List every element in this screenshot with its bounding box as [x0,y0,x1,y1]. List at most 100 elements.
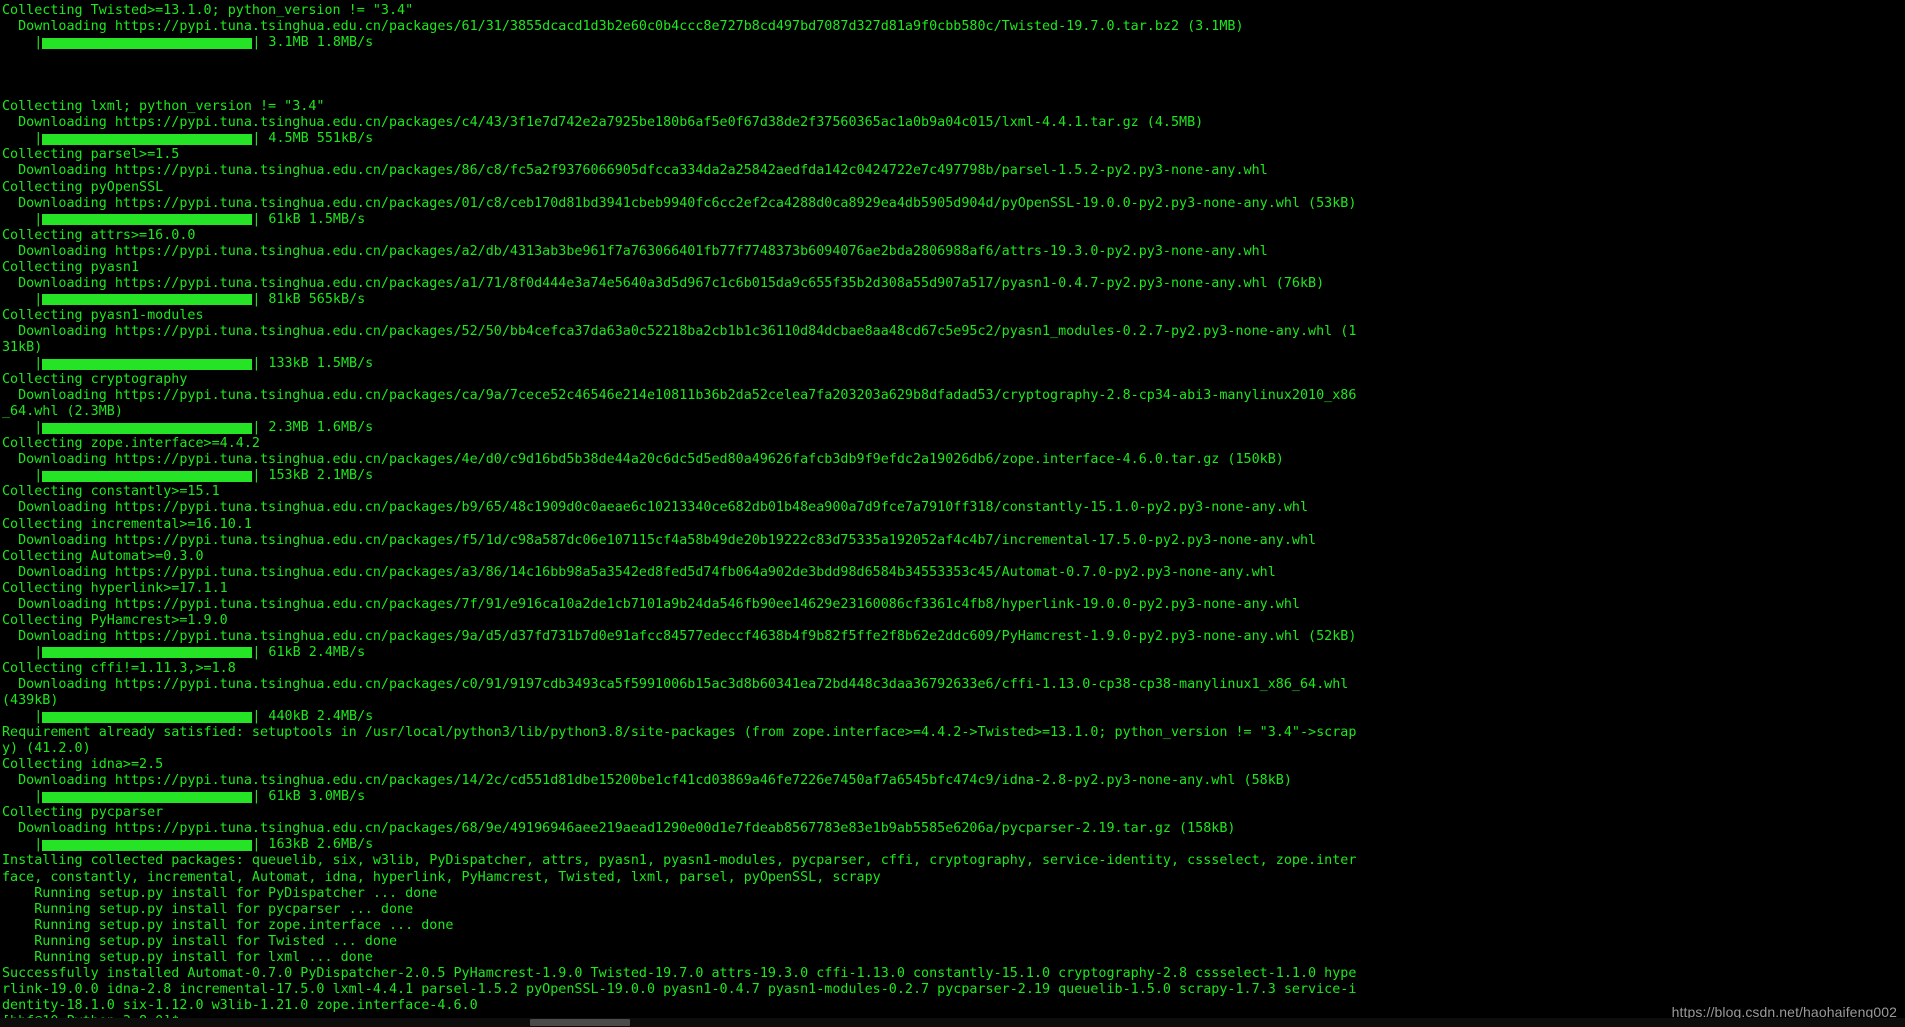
progress-bar-fill [42,839,253,851]
progress-bar-end: | [252,789,261,805]
terminal-line: Downloading https://pypi.tuna.tsinghua.e… [2,163,1268,179]
terminal-line: Downloading https://pypi.tuna.tsinghua.e… [2,500,1309,516]
terminal-line: Running setup.py install for pycparser .… [2,901,414,917]
terminal-line: Collecting idna>=2.5 [2,757,164,773]
progress-bar-track [42,791,253,803]
progress-bar-fill [42,37,253,49]
progress-bar-fill [42,711,253,723]
progress-bar-fill [42,133,253,145]
progress-indent: | [2,291,43,307]
progress-stats: 163kB 2.6MB/s [260,837,374,853]
progress-bar-fill [42,214,253,226]
progress-stats: 2.3MB 1.6MB/s [260,420,374,436]
progress-bar-fill [42,470,253,482]
progress-indent: | [2,789,43,805]
progress-bar-track [42,37,253,49]
progress-bar-fill [42,358,253,370]
progress-bar-end: | [252,644,261,660]
terminal-line: Collecting constantly>=15.1 [2,484,220,500]
terminal-line: Downloading https://pypi.tuna.tsinghua.e… [2,115,1204,131]
terminal-line: Downloading https://pypi.tuna.tsinghua.e… [2,564,1276,580]
progress-indent: | [2,709,43,725]
terminal-line: Running setup.py install for lxml ... do… [2,949,373,965]
progress-bar-track [42,133,253,145]
download-progress-line: | | 440kB 2.4MB/s [0,709,1905,725]
terminal-line: dentity-18.1.0 six-1.12.0 w3lib-1.21.0 z… [2,997,478,1013]
terminal-line: Running setup.py install for PyDispatche… [2,885,438,901]
terminal-line: Downloading https://pypi.tuna.tsinghua.e… [2,532,1317,548]
terminal-line: Downloading https://pypi.tuna.tsinghua.e… [2,821,1236,837]
terminal-line: Collecting hyperlink>=17.1.1 [2,580,228,596]
progress-stats: 133kB 1.5MB/s [260,356,374,372]
terminal-line: Collecting pyasn1 [2,259,140,275]
progress-bar-end: | [252,35,261,51]
terminal-line: Collecting lxml; python_version != "3.4" [2,99,325,115]
progress-indent: | [2,131,43,147]
terminal-line: Collecting pycparser [2,805,164,821]
terminal-line: Downloading https://pypi.tuna.tsinghua.e… [2,195,1357,211]
terminal-line: Collecting incremental>=16.10.1 [2,516,252,532]
progress-stats: 61kB 2.4MB/s [260,644,366,660]
progress-bar-track [42,214,253,226]
terminal-line: Collecting pyOpenSSL [2,179,164,195]
download-progress-line: | | 163kB 2.6MB/s [0,837,1905,853]
download-progress-line: | | 4.5MB 551kB/s [0,131,1905,147]
scrollbar-thumb[interactable] [530,1019,630,1026]
progress-bar-fill [42,294,253,306]
terminal-line: Downloading https://pypi.tuna.tsinghua.e… [2,596,1300,612]
terminal-line: rlink-19.0.0 idna-2.8 incremental-17.5.0… [2,981,1357,997]
progress-bar-track [42,470,253,482]
progress-bar-fill [42,791,253,803]
download-progress-line: | | 81kB 565kB/s [0,292,1905,308]
terminal-line: Collecting zope.interface>=4.4.2 [2,436,260,452]
terminal-line: Running setup.py install for Twisted ...… [2,933,398,949]
progress-bar-track [42,711,253,723]
progress-bar-end: | [252,211,261,227]
terminal-window[interactable]: Collecting Twisted>=13.1.0; python_versi… [0,0,1905,1027]
terminal-line: Downloading https://pypi.tuna.tsinghua.e… [2,628,1357,644]
progress-bar-end: | [252,291,261,307]
download-progress-line: | | 61kB 2.4MB/s [0,645,1905,661]
terminal-line: y) (41.2.0) [2,741,91,757]
terminal-line: Downloading https://pypi.tuna.tsinghua.e… [2,676,1349,692]
download-progress-line: | | 2.3MB 1.6MB/s [0,420,1905,436]
progress-stats: 153kB 2.1MB/s [260,468,374,484]
terminal-line: Successfully installed Automat-0.7.0 PyD… [2,965,1357,981]
horizontal-scrollbar[interactable] [0,1018,1905,1027]
progress-stats: 81kB 565kB/s [260,291,366,307]
download-progress-line: | | 61kB 3.0MB/s [0,789,1905,805]
terminal-line: Downloading https://pypi.tuna.tsinghua.e… [2,452,1284,468]
progress-bar-track [42,294,253,306]
progress-stats: 61kB 3.0MB/s [260,789,366,805]
terminal-line: Collecting cffi!=1.11.3,>=1.8 [2,660,236,676]
progress-bar-fill [42,422,253,434]
progress-bar-end: | [252,837,261,853]
terminal-line: Collecting PyHamcrest>=1.9.0 [2,612,228,628]
terminal-line: Downloading https://pypi.tuna.tsinghua.e… [2,773,1292,789]
progress-stats: 440kB 2.4MB/s [260,709,374,725]
progress-indent: | [2,837,43,853]
terminal-line: Installing collected packages: queuelib,… [2,853,1357,869]
terminal-line: Downloading https://pypi.tuna.tsinghua.e… [2,275,1325,291]
terminal-line: face, constantly, incremental, Automat, … [2,869,881,885]
progress-indent: | [2,35,43,51]
terminal-line: Downloading https://pypi.tuna.tsinghua.e… [2,19,1244,35]
terminal-line: 31kB) [2,339,43,355]
progress-bar-end: | [252,468,261,484]
terminal-line: Downloading https://pypi.tuna.tsinghua.e… [2,323,1357,339]
download-progress-line: | | 3.1MB 1.8MB/s [0,35,1905,51]
progress-bar-end: | [252,131,261,147]
terminal-line: Requirement already satisfied: setuptool… [2,725,1357,741]
download-progress-line: | | 61kB 1.5MB/s [0,212,1905,228]
terminal-line: Running setup.py install for zope.interf… [2,917,454,933]
progress-bar-track [42,358,253,370]
terminal-line: _64.whl (2.3MB) [2,404,123,420]
terminal-line: Collecting Twisted>=13.1.0; python_versi… [2,3,414,18]
progress-bar-track [42,647,253,659]
terminal-line: Collecting Automat>=0.3.0 [2,548,204,564]
progress-indent: | [2,420,43,436]
progress-indent: | [2,211,43,227]
progress-indent: | [2,356,43,372]
